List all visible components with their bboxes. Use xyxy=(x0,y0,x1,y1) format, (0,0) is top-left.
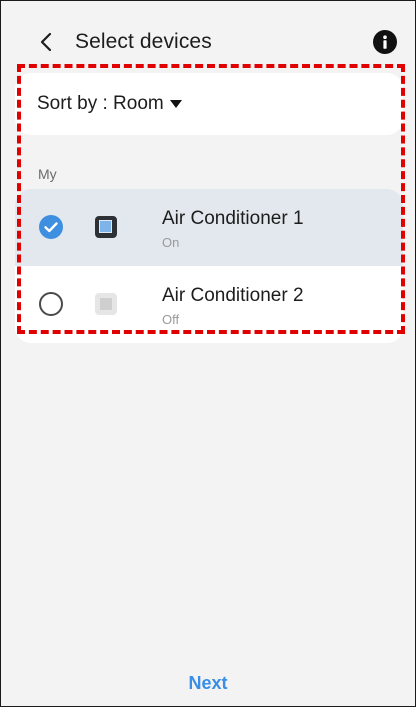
checkbox-checked[interactable] xyxy=(39,215,63,239)
section-label: My xyxy=(38,166,57,182)
device-status: On xyxy=(162,235,180,250)
device-name: Air Conditioner 1 xyxy=(162,208,304,229)
checkmark-icon xyxy=(44,222,58,233)
info-icon xyxy=(383,35,387,49)
sort-dropdown[interactable]: Sort by : Room xyxy=(37,91,182,117)
device-name: Air Conditioner 2 xyxy=(162,285,304,306)
page-title: Select devices xyxy=(75,30,212,53)
device-list: Air Conditioner 1 On Air Conditioner 2 O… xyxy=(15,189,403,343)
next-button[interactable]: Next xyxy=(158,663,258,703)
checkbox-unchecked[interactable] xyxy=(39,292,63,316)
air-conditioner-icon xyxy=(95,293,117,315)
device-row-air-conditioner-1[interactable]: Air Conditioner 1 On xyxy=(15,189,403,266)
back-button[interactable] xyxy=(35,25,57,59)
sort-label: Sort by : Room xyxy=(37,93,164,114)
air-conditioner-icon xyxy=(95,216,117,238)
sort-card: Sort by : Room xyxy=(15,73,403,135)
top-bar: Select devices xyxy=(1,1,415,71)
chevron-left-icon xyxy=(40,32,52,52)
device-row-air-conditioner-2[interactable]: Air Conditioner 2 Off xyxy=(15,266,403,343)
info-button[interactable] xyxy=(373,30,397,54)
caret-down-icon xyxy=(169,100,182,108)
screen: Select devices Sort by : Room My Air Con xyxy=(0,0,416,707)
device-status: Off xyxy=(162,312,180,327)
